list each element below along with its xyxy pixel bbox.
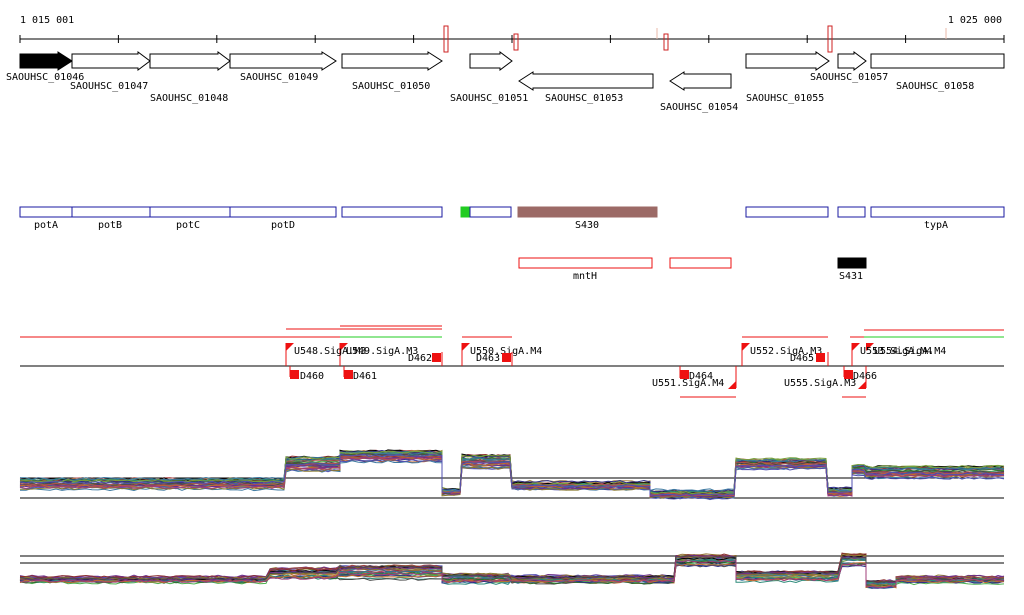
gene-label: SAOUHSC_01048: [150, 93, 228, 104]
marker-square[interactable]: [680, 370, 689, 379]
annotation-box[interactable]: [745, 206, 829, 218]
ruler-start-label: 1 015 001: [20, 15, 74, 26]
gene-arrow[interactable]: [19, 51, 73, 71]
gene-arrow[interactable]: [870, 53, 1005, 69]
promoter-flag[interactable]: [852, 343, 860, 351]
ruler-track: 1 015 001 1 025 000: [19, 15, 1005, 53]
marker-label: D461: [353, 371, 377, 382]
regulator-box-mnth[interactable]: [518, 257, 653, 269]
regulator-box-s431[interactable]: [837, 257, 867, 269]
promoter-flag[interactable]: [742, 343, 750, 351]
promoter-flag[interactable]: [286, 343, 294, 351]
promoter-flag[interactable]: [728, 381, 736, 389]
site-track: U548.SigA.M3 U549.SigA.M3 U550.SigA.M4 U…: [20, 325, 1004, 398]
expression-track-1: [19, 449, 1005, 501]
annotation-box[interactable]: [19, 206, 73, 218]
annotation-label: potA: [34, 220, 58, 231]
annotation-label: potB: [98, 220, 122, 231]
regulator-box[interactable]: [669, 257, 732, 269]
genome-track-svg: 1 015 001 1 025 000 SAOUHSC_01046 SAOUHS…: [6, 15, 1005, 590]
promoter-flag[interactable]: [858, 381, 866, 389]
gene-track: SAOUHSC_01046 SAOUHSC_01047 SAOUHSC_0104…: [6, 51, 1005, 113]
annotation-label: S430: [575, 220, 599, 231]
ruler-mark: [663, 33, 669, 51]
expression-profiles: [19, 449, 1005, 501]
annotation-box[interactable]: [229, 206, 337, 218]
marker-label: D465: [790, 353, 814, 364]
marker-square[interactable]: [344, 370, 353, 379]
expression-profiles: [19, 552, 1005, 590]
gene-label: SAOUHSC_01047: [70, 81, 148, 92]
annotation-box[interactable]: [870, 206, 1005, 218]
marker-square[interactable]: [290, 370, 299, 379]
marker-square[interactable]: [432, 353, 441, 362]
gene-label: SAOUHSC_01053: [545, 93, 623, 104]
annotation-box[interactable]: [837, 206, 866, 218]
gene-arrow[interactable]: [518, 71, 654, 91]
promoter-flag[interactable]: [462, 343, 470, 351]
marker-label: D464: [689, 371, 713, 382]
expression-track-2: [19, 552, 1005, 590]
annotation-box[interactable]: [149, 206, 231, 218]
marker-label: D462: [408, 353, 432, 364]
regulator-label: S431: [839, 271, 863, 282]
gene-label: SAOUHSC_01049: [240, 72, 318, 83]
gene-label: SAOUHSC_01057: [810, 72, 888, 83]
ruler-mark: [513, 33, 519, 51]
marker-square[interactable]: [844, 370, 853, 379]
annotation-box-s430[interactable]: [517, 206, 658, 218]
gene-label: SAOUHSC_01050: [352, 81, 430, 92]
genome-browser: 1 015 001 1 025 000 SAOUHSC_01046 SAOUHS…: [0, 0, 1024, 611]
gene-label: SAOUHSC_01054: [660, 102, 738, 113]
gene-SAOUHSC_01051[interactable]: SAOUHSC_01051: [450, 51, 528, 104]
ruler-end-label: 1 025 000: [948, 15, 1002, 26]
regulator-track: mntH S431: [518, 257, 867, 282]
gene-SAOUHSC_01054[interactable]: SAOUHSC_01054: [660, 71, 738, 113]
gene-SAOUHSC_01058[interactable]: SAOUHSC_01058: [870, 53, 1005, 92]
gene-arrow[interactable]: [669, 71, 732, 91]
gene-SAOUHSC_01048[interactable]: SAOUHSC_01048: [149, 51, 231, 104]
gene-arrow[interactable]: [745, 51, 830, 71]
marker-square[interactable]: [816, 353, 825, 362]
annotation-label: potD: [271, 220, 295, 231]
annotation-box[interactable]: [71, 206, 151, 218]
marker-label: D463: [476, 353, 500, 364]
site-label: U554.SigA.M4: [874, 346, 946, 357]
gene-arrow[interactable]: [229, 51, 337, 71]
marker-label: D460: [300, 371, 324, 382]
gene-arrow[interactable]: [469, 51, 513, 71]
gene-label: SAOUHSC_01058: [896, 81, 974, 92]
gene-SAOUHSC_01053[interactable]: SAOUHSC_01053: [518, 71, 654, 104]
gene-arrow[interactable]: [149, 51, 231, 71]
annotation-box[interactable]: [341, 206, 443, 218]
gene-label: SAOUHSC_01055: [746, 93, 824, 104]
annotation-label: potC: [176, 220, 200, 231]
gene-SAOUHSC_01049[interactable]: SAOUHSC_01049: [229, 51, 337, 83]
site-label: U555.SigA.M3: [784, 378, 856, 389]
annotation-track: potA potB potC potD S430 typA: [19, 206, 1005, 231]
marker-label: D466: [853, 371, 877, 382]
marker-square[interactable]: [502, 353, 511, 362]
gene-label: SAOUHSC_01051: [450, 93, 528, 104]
gene-arrow[interactable]: [71, 51, 151, 71]
gene-SAOUHSC_01050[interactable]: SAOUHSC_01050: [341, 51, 443, 92]
expression-line: [19, 559, 1005, 589]
annotation-label: typA: [924, 220, 948, 231]
gene-arrow[interactable]: [837, 51, 867, 71]
annotation-green-mark[interactable]: [460, 206, 471, 218]
annotation-box[interactable]: [469, 206, 512, 218]
regulator-label: mntH: [573, 271, 597, 282]
gene-arrow[interactable]: [341, 51, 443, 71]
